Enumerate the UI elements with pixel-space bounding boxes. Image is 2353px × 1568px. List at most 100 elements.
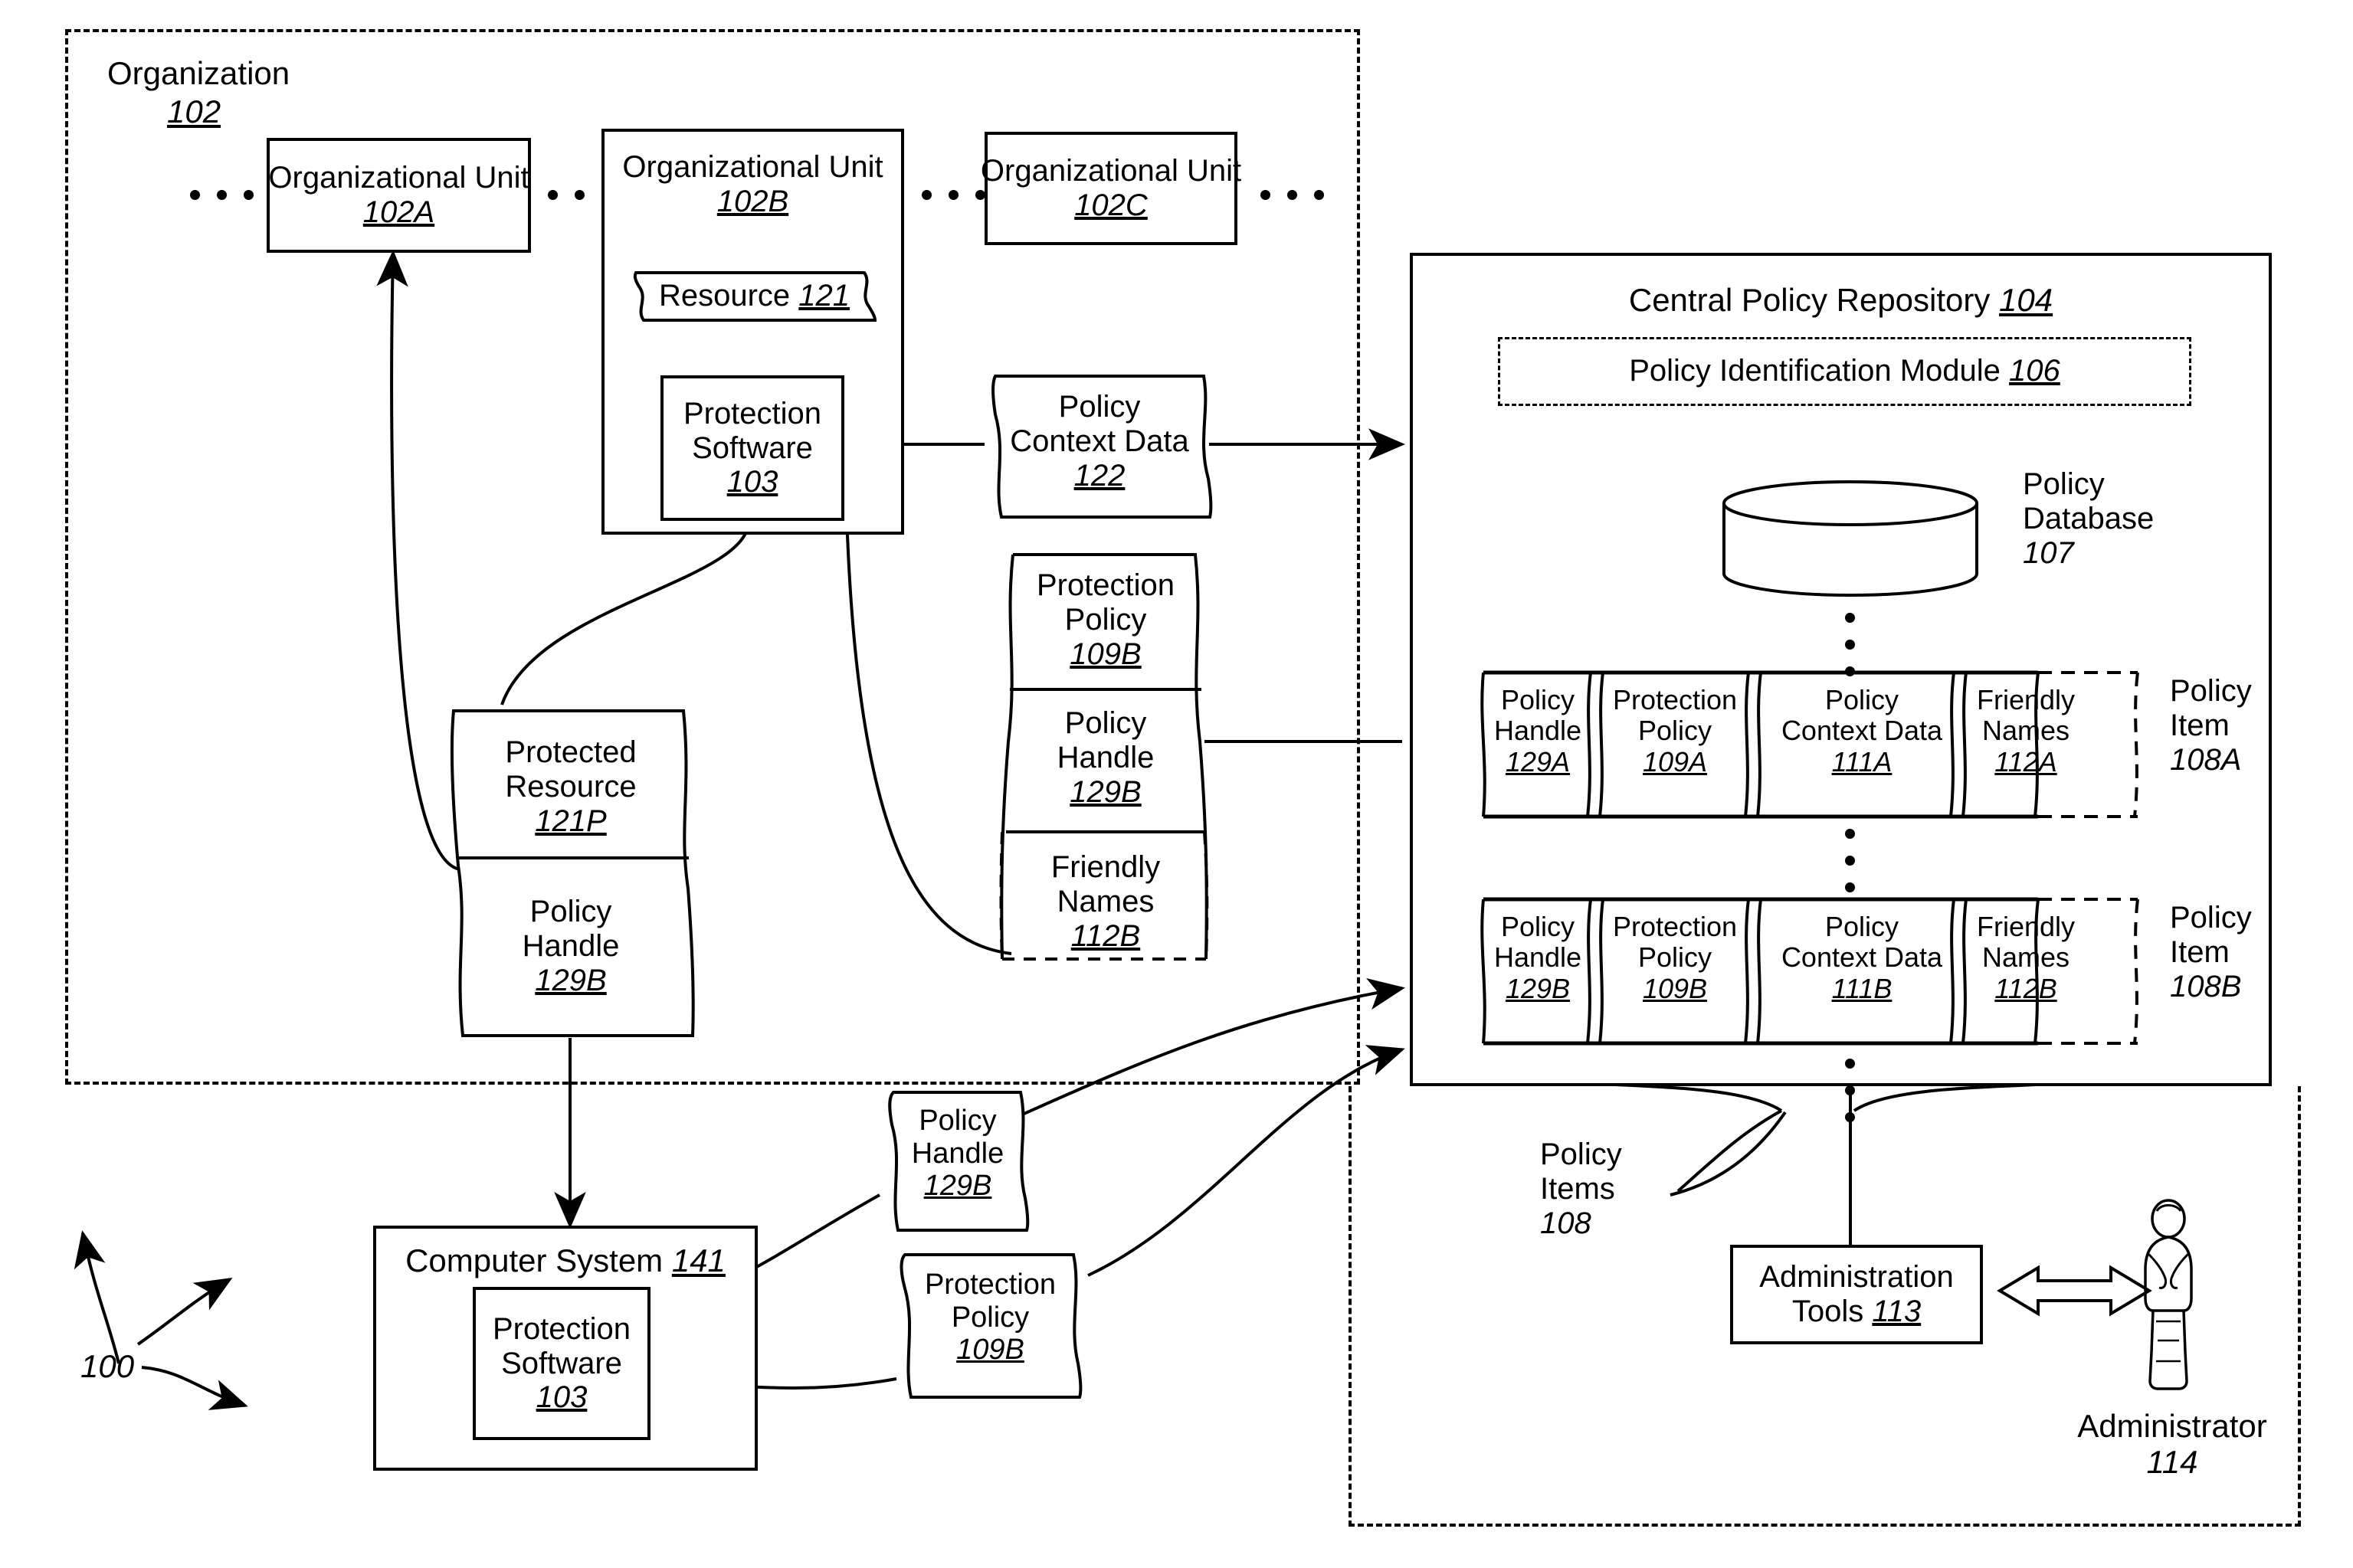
organization-ref: 102 [167, 93, 221, 129]
item-b-f0-ref: 129B [1505, 972, 1571, 1004]
item-a-f1-line1: Protection [1612, 684, 1738, 715]
item-a-f3-line2: Names [1981, 715, 2070, 747]
repository-title: Central Policy Repository 104 [1628, 282, 2053, 318]
org-unit-102a[interactable]: Organizational Unit 102A [267, 138, 531, 253]
administration-tools-113[interactable]: Administration Tools 113 [1730, 1245, 1983, 1344]
protection-software-103-cs[interactable]: Protection Software 103 [473, 1287, 651, 1440]
protection-policy-109b-line1: Protection [1036, 568, 1175, 602]
ellipsis-between-102b-102c [922, 190, 985, 200]
item-b-f2-ref: 111B [1831, 972, 1893, 1004]
protected-policy-handle-line1: Policy [529, 895, 612, 928]
item-b-f2-line2: Context Data [1781, 941, 1943, 974]
policy-item-108a[interactable]: Policy Handle 129A Protection Policy 109… [1479, 668, 2153, 821]
org-unit-102b-ref: 102B [716, 184, 789, 218]
org-unit-102a-name: Organizational Unit [268, 161, 529, 195]
administrator-ref: 114 [2146, 1444, 2198, 1481]
computer-system-label: Computer System [405, 1242, 664, 1278]
item-b-f2-line1: Policy [1824, 911, 1899, 942]
protection-software-line2: Software [692, 430, 813, 465]
item-a-f0-ref: 129A [1505, 745, 1571, 777]
protection-policy-109b-line2: Policy [1064, 602, 1147, 637]
computer-system-ref: 141 [671, 1242, 726, 1278]
policy-item-108b[interactable]: Policy Handle 129B Protection Policy 109… [1479, 895, 2153, 1048]
policy-context-data-122-ref: 122 [1073, 458, 1126, 493]
policy-handle-bottom-line2: Handle [911, 1137, 1004, 1170]
protected-policy-handle-ref: 129B [535, 963, 607, 997]
protected-resource-ref: 121P [535, 804, 607, 838]
policy-handle-129b-line1: Policy [1064, 706, 1147, 740]
item-a-f0-line2: Handle [1493, 715, 1582, 747]
ellipsis-below-item-b [1845, 1059, 1855, 1122]
item-b-f3-ref: 112B [1994, 972, 2057, 1004]
protection-policy-109b-ref: 109B [1070, 637, 1142, 671]
policy-item-108a-ref: 108A [2170, 742, 2242, 777]
policy-handle-129b-bottom-banner: Policy Handle 129B [881, 1086, 1034, 1236]
cs-protection-software-ref: 103 [536, 1380, 588, 1415]
resource-banner: Resource 121 [630, 270, 879, 323]
org-unit-102c[interactable]: Organizational Unit 102C [981, 132, 1241, 245]
organization-label: Organization [107, 55, 290, 91]
item-b-f3-line2: Names [1981, 941, 2070, 974]
policy-context-data-122-line1: Policy [1058, 390, 1141, 424]
policy-item-108a-label: Policy Item 108A [2170, 674, 2252, 777]
item-a-f0-line1: Policy [1500, 684, 1575, 715]
policy-handle-129b-line2: Handle [1057, 740, 1155, 774]
item-a-f2-ref: 111A [1831, 745, 1893, 777]
protected-policy-handle-line2: Handle [522, 928, 620, 963]
policy-handle-bottom-line1: Policy [919, 1105, 997, 1137]
protection-policy-bottom-line1: Protection [924, 1268, 1057, 1301]
org-unit-102b-name: Organizational Unit [622, 150, 883, 184]
admin-tools-ref: 113 [1872, 1295, 1922, 1328]
policy-identification-module-text: Policy Identification Module 106 [1629, 354, 2060, 388]
protection-policy-bottom-ref: 109B [956, 1334, 1024, 1367]
cs-protection-software-line1: Protection [492, 1311, 631, 1346]
ellipsis-left-of-102a [190, 190, 254, 200]
friendly-names-112b-line2: Names [1057, 884, 1155, 918]
friendly-names-112b-ref: 112B [1070, 918, 1141, 953]
protected-resource-line2: Resource [505, 769, 637, 804]
resource-label: Resource [658, 279, 791, 313]
item-a-f2-line1: Policy [1824, 684, 1899, 715]
figure-number: 100 [80, 1348, 135, 1384]
item-b-f1-line2: Policy [1637, 941, 1712, 974]
protection-policy-bottom-line2: Policy [951, 1301, 1030, 1334]
policy-database-cylinder [1709, 479, 1992, 601]
item-a-f3-line1: Friendly [1976, 684, 2076, 715]
item-a-f1-line2: Policy [1637, 715, 1712, 747]
item-b-f1-line1: Protection [1612, 911, 1738, 942]
protection-software-line1: Protection [683, 396, 822, 430]
administrator-figure-icon [2122, 1199, 2214, 1398]
org-unit-102c-ref: 102C [1074, 188, 1148, 222]
cs-protection-software-line2: Software [501, 1346, 622, 1380]
policy-handle-bottom-ref: 129B [923, 1170, 992, 1203]
policy-handle-129b-ref: 129B [1070, 774, 1142, 809]
protected-resource-line1: Protected [505, 735, 637, 769]
admin-tools-line2: Tools [1791, 1295, 1864, 1328]
friendly-names-112b-line1: Friendly [1050, 850, 1161, 884]
item-b-f0-line1: Policy [1500, 911, 1575, 942]
admin-tools-line1: Administration [1759, 1260, 1954, 1295]
policy-items-label: Policy Items 108 [1540, 1138, 1622, 1240]
org-unit-102c-name: Organizational Unit [980, 154, 1242, 188]
policy-item-108b-label: Policy Item 108B [2170, 901, 2252, 1003]
item-a-f2-line2: Context Data [1781, 715, 1943, 747]
policy-identification-module-ref: 106 [2009, 354, 2060, 388]
item-b-f3-line1: Friendly [1976, 911, 2076, 942]
protection-software-103-ou[interactable]: Protection Software 103 [660, 375, 844, 521]
policy-items-ref: 108 [1540, 1206, 1591, 1240]
administrator-label: Administrator 114 [2077, 1408, 2267, 1481]
patent-figure-canvas: Organization 102 Organizational Unit 102… [0, 0, 2353, 1568]
policy-triple-stack: Protection Policy 109B Policy Handle 129… [995, 550, 1217, 964]
item-b-f0-line2: Handle [1493, 941, 1582, 974]
policy-database-ref: 107 [2023, 535, 2074, 570]
item-a-f3-ref: 112A [1994, 745, 2057, 777]
item-b-f1-ref: 109B [1642, 972, 1708, 1004]
repository-ref: 104 [1999, 282, 2053, 318]
policy-item-108b-ref: 108B [2170, 969, 2242, 1003]
ellipsis-item-a-to-b [1845, 829, 1855, 892]
repository-boundary-top-left [1349, 1085, 1352, 1088]
protected-resource-stack: Protected Resource 121P Policy Handle 12… [444, 705, 697, 1042]
policy-database-label: Policy Database 107 [2023, 467, 2155, 570]
protection-policy-109b-bottom-banner: Protection Policy 109B [893, 1249, 1088, 1402]
org-unit-102a-ref: 102A [362, 195, 435, 229]
